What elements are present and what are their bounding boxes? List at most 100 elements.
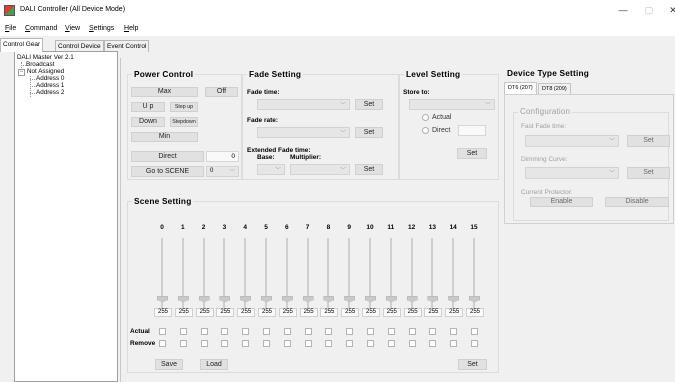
menu-command[interactable]: Command xyxy=(25,25,57,32)
scene-slider-thumb[interactable] xyxy=(157,296,168,302)
menu-view[interactable]: View xyxy=(65,25,80,32)
scene-slider-track[interactable] xyxy=(410,238,413,314)
actual-checkbox[interactable] xyxy=(242,328,250,335)
scene-slider-thumb[interactable] xyxy=(302,296,314,302)
scene-slider-track[interactable] xyxy=(389,238,392,314)
scene-slider-thumb[interactable] xyxy=(323,296,335,302)
tab-control-gear[interactable]: Control Gear xyxy=(0,38,44,52)
remove-checkbox[interactable] xyxy=(387,340,395,347)
tab-dt8[interactable]: DT8 (209) xyxy=(538,83,571,94)
scene-slider-thumb[interactable] xyxy=(281,296,293,302)
scene-slider-track[interactable] xyxy=(161,238,163,314)
scene-slider-track[interactable] xyxy=(181,238,184,314)
off-button[interactable]: Off xyxy=(205,87,238,97)
scene-level-value[interactable]: 255 xyxy=(320,308,339,317)
scene-slider-thumb[interactable] xyxy=(365,296,376,302)
down-button[interactable]: Down xyxy=(131,117,165,127)
scene-level-value[interactable]: 255 xyxy=(403,308,422,317)
remove-checkbox[interactable] xyxy=(450,340,458,347)
fade-rate-set-button[interactable]: Set xyxy=(355,127,383,138)
actual-checkbox[interactable] xyxy=(408,328,416,335)
tab-dt6[interactable]: DT6 (207) xyxy=(504,82,537,94)
fade-rate-select[interactable]: ﹀ xyxy=(257,127,350,138)
scene-level-value[interactable]: 255 xyxy=(216,308,235,317)
scene-slider-thumb[interactable] xyxy=(427,296,439,302)
remove-checkbox[interactable] xyxy=(325,340,333,347)
actual-checkbox[interactable] xyxy=(346,328,354,335)
scene-slider-thumb[interactable] xyxy=(344,296,356,302)
actual-checkbox[interactable] xyxy=(429,328,437,335)
scene-slider-track[interactable] xyxy=(306,238,309,314)
enable-button[interactable]: Enable xyxy=(530,197,593,207)
dimming-curve-set-button[interactable]: Set xyxy=(627,167,670,179)
scene-slider-thumb[interactable] xyxy=(469,296,480,302)
tree-root[interactable]: DALI Master Ver 2.1 xyxy=(17,54,74,61)
scene-level-value[interactable]: 255 xyxy=(299,308,318,317)
min-button[interactable]: Min xyxy=(131,132,198,142)
scene-level-value[interactable]: 255 xyxy=(237,308,256,317)
scene-slider-thumb[interactable] xyxy=(406,296,418,302)
menu-settings[interactable]: Settings xyxy=(89,25,114,32)
menu-file[interactable]: File xyxy=(5,25,16,32)
scene-level-value[interactable]: 255 xyxy=(195,308,214,317)
scene-level-value[interactable]: 255 xyxy=(154,308,172,317)
remove-checkbox[interactable] xyxy=(221,340,229,347)
actual-checkbox[interactable] xyxy=(471,328,478,335)
disable-button[interactable]: Disable xyxy=(605,197,669,207)
scene-slider-track[interactable] xyxy=(452,238,455,314)
actual-checkbox[interactable] xyxy=(325,328,333,335)
save-button[interactable]: Save xyxy=(155,359,183,370)
go-to-scene-button[interactable]: Go to SCENE xyxy=(131,166,204,177)
dimming-curve-select[interactable]: ﹀ xyxy=(525,167,619,179)
fast-fade-set-button[interactable]: Set xyxy=(627,135,670,147)
scene-slider-track[interactable] xyxy=(202,238,205,314)
scene-slider-track[interactable] xyxy=(327,238,330,314)
actual-checkbox[interactable] xyxy=(283,328,291,335)
actual-checkbox[interactable] xyxy=(450,328,458,335)
extended-fade-set-button[interactable]: Set xyxy=(355,164,383,175)
scene-level-value[interactable]: 255 xyxy=(382,308,401,317)
store-to-select[interactable]: ﹀ xyxy=(409,99,495,110)
scene-level-value[interactable]: 255 xyxy=(278,308,297,317)
direct-level-input[interactable]: 0 xyxy=(206,151,239,162)
actual-checkbox[interactable] xyxy=(263,328,270,335)
tree-address-1[interactable]: Address 1 xyxy=(36,82,64,89)
scene-slider-thumb[interactable] xyxy=(177,296,189,302)
base-select[interactable]: ﹀ xyxy=(257,164,285,175)
scene-level-value[interactable]: 255 xyxy=(341,308,360,317)
direct-button[interactable]: Direct xyxy=(131,151,204,162)
remove-checkbox[interactable] xyxy=(367,340,374,347)
scene-slider-track[interactable] xyxy=(348,238,351,314)
fade-time-set-button[interactable]: Set xyxy=(355,99,383,110)
scene-level-value[interactable]: 255 xyxy=(258,308,276,317)
scene-slider-thumb[interactable] xyxy=(448,296,460,302)
remove-checkbox[interactable] xyxy=(346,340,354,347)
remove-checkbox[interactable] xyxy=(283,340,291,347)
max-button[interactable]: Max xyxy=(131,87,198,97)
actual-radio[interactable] xyxy=(422,114,429,121)
actual-checkbox[interactable] xyxy=(221,328,229,335)
menu-help[interactable]: Help xyxy=(124,25,138,32)
remove-checkbox[interactable] xyxy=(263,340,270,347)
level-set-button[interactable]: Set xyxy=(457,148,487,159)
step-down-button[interactable]: Stepdown xyxy=(170,117,198,127)
scene-level-value[interactable]: 255 xyxy=(362,308,380,317)
actual-checkbox[interactable] xyxy=(304,328,312,335)
actual-checkbox[interactable] xyxy=(367,328,374,335)
scene-slider-thumb[interactable] xyxy=(240,296,252,302)
fast-fade-time-select[interactable]: ﹀ xyxy=(525,135,619,147)
close-button[interactable]: ✕ xyxy=(664,3,675,18)
remove-checkbox[interactable] xyxy=(471,340,478,347)
remove-checkbox[interactable] xyxy=(179,340,187,347)
maximize-button[interactable]: ▢ xyxy=(640,3,658,18)
scene-slider-track[interactable] xyxy=(431,238,434,314)
tree-address-2[interactable]: Address 2 xyxy=(36,89,64,96)
scene-slider-thumb[interactable] xyxy=(261,296,272,302)
direct-level-field[interactable] xyxy=(458,125,486,136)
scene-level-value[interactable]: 255 xyxy=(466,308,484,317)
multiplier-select[interactable]: ﹀ xyxy=(290,164,350,175)
scene-slider-thumb[interactable] xyxy=(198,296,210,302)
scene-slider-thumb[interactable] xyxy=(219,296,231,302)
scene-set-button[interactable]: Set xyxy=(458,359,487,370)
step-up-button[interactable]: Step up xyxy=(170,102,198,112)
